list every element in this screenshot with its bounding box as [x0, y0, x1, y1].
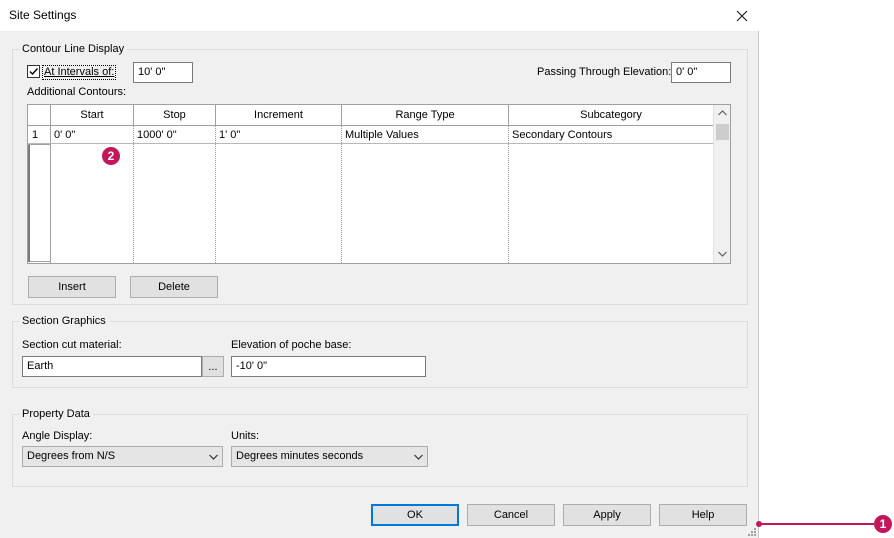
angle-display-select[interactable]: Degrees from N/S — [22, 446, 223, 467]
column-header-range-type[interactable]: Range Type — [342, 105, 508, 125]
apply-button-label: Apply — [593, 509, 621, 521]
browse-button-label: ... — [208, 360, 218, 373]
ok-button-label: OK — [407, 509, 423, 521]
column-header-stop[interactable]: Stop — [134, 105, 215, 125]
insert-button[interactable]: Insert — [28, 276, 116, 298]
callout-badge-1: 1 — [874, 515, 892, 533]
column-header-subcategory[interactable]: Subcategory — [509, 105, 713, 125]
help-button[interactable]: Help — [659, 504, 747, 526]
passing-elevation-input[interactable]: 0' 0" — [671, 62, 731, 83]
contour-group-label: Contour Line Display — [19, 43, 128, 55]
cell-range-type[interactable]: Multiple Values — [342, 126, 419, 143]
callout-leader-line — [759, 523, 874, 525]
table-vertical-scrollbar[interactable] — [713, 105, 730, 263]
ok-button[interactable]: OK — [371, 504, 459, 526]
chevron-down-icon — [209, 454, 218, 460]
additional-contours-table[interactable]: Start Stop Increment Range Type Subcateg… — [27, 104, 731, 264]
close-icon — [736, 10, 748, 22]
units-value: Degrees minutes seconds — [236, 450, 364, 462]
additional-contours-label: Additional Contours: — [27, 86, 127, 98]
checkmark-icon — [29, 68, 39, 76]
resize-grip-icon[interactable] — [747, 528, 757, 536]
window-title: Site Settings — [9, 8, 77, 22]
chevron-down-icon — [414, 454, 423, 460]
section-graphics-group: Section Graphics — [12, 315, 748, 388]
intervals-input[interactable]: 10' 0" — [133, 62, 193, 83]
cell-increment[interactable]: 1' 0" — [216, 126, 240, 143]
cell-start[interactable]: 0' 0" — [51, 126, 75, 143]
row-number: 1 — [32, 128, 39, 141]
section-cut-material-input[interactable]: Earth — [22, 356, 202, 377]
cancel-button[interactable]: Cancel — [467, 504, 555, 526]
section-group-label: Section Graphics — [19, 315, 109, 327]
title-bar: Site Settings — [0, 0, 759, 31]
delete-button-label: Delete — [158, 281, 190, 293]
column-header-start[interactable]: Start — [51, 105, 133, 125]
column-header-increment[interactable]: Increment — [216, 105, 341, 125]
callout-badge-2: 2 — [102, 147, 120, 165]
poche-base-label: Elevation of poche base: — [231, 339, 352, 351]
units-select[interactable]: Degrees minutes seconds — [231, 446, 428, 467]
intervals-checkbox[interactable] — [27, 65, 40, 78]
section-cut-material-label: Section cut material: — [22, 339, 122, 351]
insert-button-label: Insert — [58, 281, 86, 293]
scroll-down-icon[interactable] — [718, 251, 727, 257]
delete-button[interactable]: Delete — [130, 276, 218, 298]
cell-stop[interactable]: 1000' 0" — [134, 126, 177, 143]
cancel-button-label: Cancel — [493, 509, 529, 521]
angle-display-label: Angle Display: — [22, 430, 93, 442]
help-button-label: Help — [691, 509, 715, 521]
close-button[interactable] — [728, 3, 756, 29]
cell-subcategory[interactable]: Secondary Contours — [509, 126, 612, 143]
passing-elevation-label: Passing Through Elevation: — [537, 66, 672, 78]
browse-material-button[interactable]: ... — [202, 356, 224, 377]
apply-button[interactable]: Apply — [563, 504, 651, 526]
units-label: Units: — [231, 430, 260, 442]
poche-base-input[interactable]: -10' 0" — [231, 356, 426, 377]
property-group-label: Property Data — [19, 408, 93, 420]
scroll-up-icon[interactable] — [718, 110, 727, 116]
intervals-label[interactable]: At Intervals of: — [42, 65, 117, 80]
scroll-thumb[interactable] — [716, 124, 729, 140]
angle-display-value: Degrees from N/S — [27, 450, 116, 462]
site-settings-dialog: Site Settings Contour Line Display At In… — [0, 0, 759, 538]
